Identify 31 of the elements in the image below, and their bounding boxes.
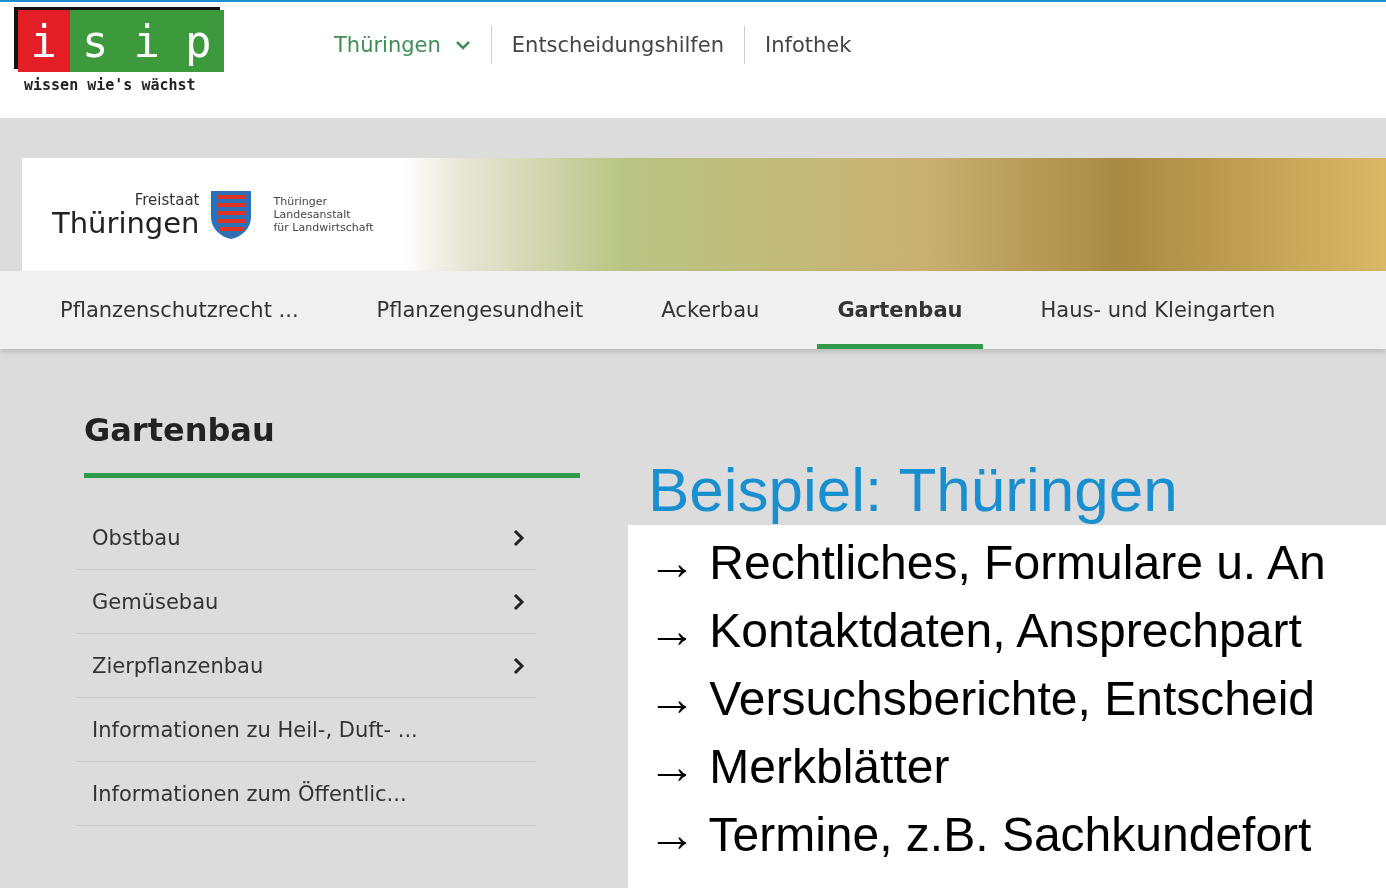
bullet-text: → Kontaktdaten, Ansprechpart [648, 603, 1303, 659]
logo-tagline: wissen wie's wächst [24, 76, 197, 94]
nav-tab[interactable]: Ackerbau [641, 271, 780, 349]
sidebar-item[interactable]: Obstbau [76, 506, 536, 570]
sidebar-item[interactable]: Informationen zu Heil-, Duft- ... [76, 698, 536, 762]
bullet-text: → Termine, z.B. Sachkundefort [648, 807, 1313, 863]
coat-of-arms-icon [209, 188, 254, 241]
agency-name-line: für Landwirtschaft [273, 221, 374, 234]
nav-tab[interactable]: Haus- und Kleingarten [1020, 271, 1296, 349]
bullet-text: → Versuchsberichte, Entscheid [648, 671, 1316, 727]
sidebar-item[interactable]: Informationen zum Öffentlic... [76, 762, 536, 826]
sidebar-item[interactable]: Zierpflanzenbau [76, 634, 536, 698]
sidebar-item[interactable]: Gemüsebau [76, 570, 536, 634]
state-label: Freistaat [134, 191, 200, 209]
chevron-right-icon [512, 527, 526, 548]
bullet-text: → Rechtliches, Formulare u. An [648, 535, 1327, 591]
chevron-right-icon [512, 591, 526, 612]
nav-tab[interactable]: Pflanzenschutzrecht ... [40, 271, 319, 349]
agency-name-line: Thüringer [273, 195, 328, 208]
bullet-text: → Merkblätter [648, 739, 951, 795]
nav-tab[interactable]: Gartenbau [817, 271, 983, 349]
nav-link[interactable]: Thüringen [314, 26, 491, 64]
chevron-right-icon [512, 655, 526, 676]
chevron-down-icon [454, 40, 471, 50]
agency-name-line: Landesanstalt [273, 208, 352, 221]
slide-title: Beispiel: Thüringen [648, 455, 1179, 525]
state-name: Thüringen [52, 209, 200, 238]
sidebar-title: Gartenbau [84, 411, 580, 478]
nav-link[interactable]: Entscheidungshilfen [490, 26, 744, 64]
nav-link[interactable]: Infothek [744, 26, 872, 64]
nav-tab[interactable]: Pflanzengesundheit [356, 271, 604, 349]
